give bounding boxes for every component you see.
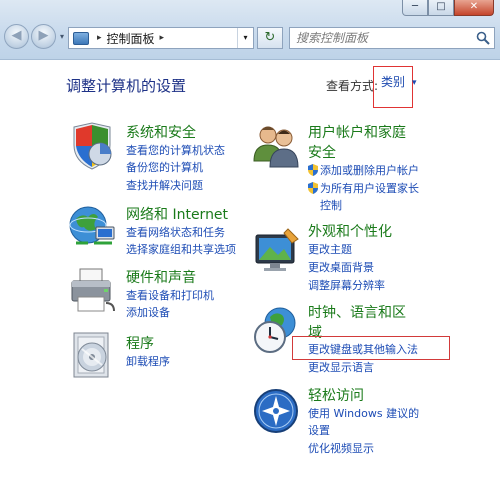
link-adjust-resolution[interactable]: 调整屏幕分辨率 bbox=[308, 277, 385, 293]
search-box bbox=[289, 27, 495, 49]
back-button[interactable]: ◀ bbox=[4, 24, 29, 49]
category-title-appearance[interactable]: 外观和个性化 bbox=[308, 221, 392, 241]
uac-shield-icon bbox=[308, 164, 318, 176]
link-parental-controls-text[interactable]: 为所有用户设置家长 bbox=[320, 182, 419, 195]
category-hardware-sound: 硬件和声音 查看设备和打印机 添加设备 bbox=[68, 265, 248, 320]
link-view-network-status[interactable]: 查看网络状态和任务 bbox=[126, 224, 225, 240]
category-title-user-accounts-line2[interactable]: 安全 bbox=[308, 142, 336, 162]
category-title-system-security[interactable]: 系统和安全 bbox=[126, 122, 196, 142]
content-pane: 调整计算机的设置 查看方式: 类别 ▾ 系统和安全 查看您的计算机状态 备份您的… bbox=[0, 61, 500, 495]
minimize-button[interactable]: ─ bbox=[402, 0, 428, 16]
link-optimize-visual-display[interactable]: 优化视频显示 bbox=[308, 440, 374, 456]
link-view-devices-printers[interactable]: 查看设备和打印机 bbox=[126, 287, 214, 303]
window-chrome: ─ □ ✕ ◀ ▶ ▾ ▸ 控制面板 ▸ ▾ ↻ bbox=[0, 0, 500, 60]
category-programs: 程序 卸载程序 bbox=[68, 329, 248, 384]
link-uninstall-program[interactable]: 卸载程序 bbox=[126, 353, 170, 369]
link-view-computer-status[interactable]: 查看您的计算机状态 bbox=[126, 142, 225, 158]
link-add-device[interactable]: 添加设备 bbox=[126, 304, 170, 320]
link-change-desktop-background[interactable]: 更改桌面背景 bbox=[308, 259, 374, 275]
view-by-dropdown-icon[interactable]: ▾ bbox=[412, 78, 417, 88]
link-add-remove-users-text[interactable]: 添加或删除用户帐户 bbox=[320, 164, 419, 177]
printer-icon[interactable] bbox=[68, 265, 118, 315]
highlight-annotation-box bbox=[292, 336, 450, 360]
category-title-programs[interactable]: 程序 bbox=[126, 333, 154, 353]
refresh-button[interactable]: ↻ bbox=[257, 27, 283, 49]
navigation-buttons: ◀ ▶ ▾ bbox=[4, 24, 68, 49]
link-parental-controls-line2[interactable]: 控制 bbox=[320, 197, 342, 213]
uac-shield-icon bbox=[308, 182, 318, 194]
breadcrumb-separator-2[interactable]: ▸ bbox=[160, 33, 165, 43]
breadcrumb-control-panel[interactable]: 控制面板 bbox=[107, 30, 155, 47]
link-parental-controls[interactable]: 为所有用户设置家长 bbox=[308, 180, 419, 196]
search-input[interactable] bbox=[296, 29, 476, 47]
category-appearance: 外观和个性化 更改主题 更改桌面背景 调整屏幕分辨率 bbox=[252, 219, 452, 292]
link-change-display-language[interactable]: 更改显示语言 bbox=[308, 359, 374, 375]
breadcrumb-separator[interactable]: ▸ bbox=[97, 33, 102, 43]
users-icon[interactable] bbox=[252, 121, 302, 171]
forward-button[interactable]: ▶ bbox=[31, 24, 56, 49]
category-user-accounts: 用户帐户和家庭 安全 添加或删除用户帐户 为所有用户设置家长 控制 bbox=[252, 121, 452, 213]
ease-of-access-icon[interactable] bbox=[252, 387, 300, 435]
link-homegroup-sharing[interactable]: 选择家庭组和共享选项 bbox=[126, 241, 236, 257]
recent-pages-dropdown[interactable]: ▾ bbox=[60, 32, 64, 41]
page-title: 调整计算机的设置 bbox=[66, 77, 187, 95]
view-by-selector[interactable]: 类别 bbox=[373, 66, 413, 108]
window-controls: ─ □ ✕ bbox=[402, 0, 494, 18]
close-button[interactable]: ✕ bbox=[454, 0, 494, 16]
category-ease-of-access: 轻松访问 使用 Windows 建议的 设置 优化视频显示 bbox=[252, 383, 452, 458]
maximize-button[interactable]: □ bbox=[428, 0, 454, 16]
link-windows-suggested-settings[interactable]: 使用 Windows 建议的 bbox=[308, 405, 419, 421]
link-change-theme[interactable]: 更改主题 bbox=[308, 241, 352, 257]
category-system-security: 系统和安全 查看您的计算机状态 备份您的计算机 查找并解决问题 bbox=[68, 121, 248, 193]
category-network-internet: 网络和 Internet 查看网络状态和任务 选择家庭组和共享选项 bbox=[68, 203, 248, 258]
search-icon[interactable] bbox=[476, 31, 490, 45]
category-title-user-accounts[interactable]: 用户帐户和家庭 bbox=[308, 122, 406, 142]
category-title-hardware-sound[interactable]: 硬件和声音 bbox=[126, 267, 196, 287]
shield-icon[interactable] bbox=[68, 121, 116, 171]
address-bar[interactable]: ▸ 控制面板 ▸ ▾ bbox=[68, 27, 254, 49]
category-title-clock-language[interactable]: 时钟、语言和区 bbox=[308, 302, 406, 322]
monitor-personalize-icon[interactable] bbox=[252, 227, 302, 275]
link-backup-computer[interactable]: 备份您的计算机 bbox=[126, 159, 203, 175]
link-add-remove-users[interactable]: 添加或删除用户帐户 bbox=[308, 162, 419, 178]
link-windows-suggested-settings-line2[interactable]: 设置 bbox=[308, 422, 330, 438]
category-title-network-internet[interactable]: 网络和 Internet bbox=[126, 204, 228, 224]
link-find-fix-problems[interactable]: 查找并解决问题 bbox=[126, 177, 203, 193]
category-title-ease-of-access[interactable]: 轻松访问 bbox=[308, 385, 364, 405]
view-by-label: 查看方式: bbox=[326, 79, 379, 93]
address-dropdown[interactable]: ▾ bbox=[237, 28, 253, 48]
control-panel-icon bbox=[73, 31, 89, 45]
programs-icon[interactable] bbox=[68, 329, 118, 381]
network-globe-icon[interactable] bbox=[68, 203, 118, 251]
